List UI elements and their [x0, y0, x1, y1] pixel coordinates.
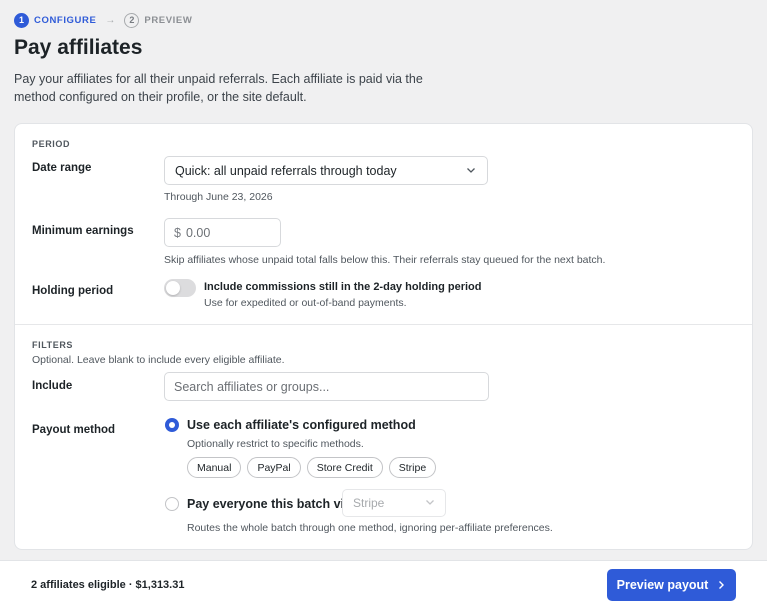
chip-manual[interactable]: Manual [187, 457, 242, 478]
date-range-value: Quick: all unpaid referrals through toda… [175, 163, 397, 178]
step-2-label: PREVIEW [144, 14, 193, 26]
holding-period-label: Holding period [32, 285, 114, 297]
chip-store-credit[interactable]: Store Credit [306, 457, 383, 478]
currency-symbol: $ [174, 225, 181, 240]
chevron-down-icon [465, 164, 477, 176]
filters-description: Optional. Leave blank to include every e… [32, 354, 285, 366]
date-range-helper: Through June 23, 2026 [164, 191, 273, 203]
include-field [164, 372, 489, 401]
radio-pay-everyone-label[interactable]: Pay everyone this batch via [187, 497, 351, 511]
configured-method-helper: Optionally restrict to specific methods. [187, 438, 364, 450]
settings-card: PERIOD Date range Quick: all unpaid refe… [14, 123, 753, 550]
minimum-earnings-input[interactable] [185, 225, 271, 240]
page-title: Pay affiliates [14, 36, 143, 59]
step-1-number: 1 [14, 12, 29, 28]
batch-method-value: Stripe [353, 496, 385, 510]
radio-configured-method-label[interactable]: Use each affiliate's configured method [187, 418, 416, 432]
preview-payout-label: Preview payout [616, 578, 709, 592]
toggle-knob [166, 281, 180, 295]
page-description: Pay your affiliates for all their unpaid… [14, 72, 423, 104]
step-1-label: CONFIGURE [34, 14, 97, 26]
include-label: Include [32, 380, 73, 392]
eligibility-summary: 2 affiliates eligible · $1,313.31 [31, 579, 185, 591]
preview-payout-button[interactable]: Preview payout [607, 569, 736, 601]
radio-pay-everyone[interactable] [165, 497, 179, 511]
step-2-number: 2 [124, 12, 140, 28]
minimum-earnings-label: Minimum earnings [32, 225, 134, 237]
holding-period-toggle-label: Include commissions still in the 2-day h… [204, 281, 482, 293]
footer-bar: 2 affiliates eligible · $1,313.31 Previe… [0, 560, 767, 607]
filters-section-title: FILTERS [32, 340, 74, 350]
holding-period-helper: Use for expedited or out-of-band payment… [204, 297, 407, 309]
chevron-down-icon [424, 496, 436, 508]
chip-paypal[interactable]: PayPal [247, 457, 301, 478]
arrow-right-icon: → [105, 14, 116, 26]
period-section-title: PERIOD [32, 139, 71, 149]
chevron-right-icon [716, 580, 726, 590]
section-divider [15, 324, 752, 325]
stepper: 1 CONFIGURE → 2 PREVIEW [14, 12, 192, 28]
date-range-select[interactable]: Quick: all unpaid referrals through toda… [164, 156, 488, 185]
method-chips: Manual PayPal Store Credit Stripe [187, 457, 437, 478]
minimum-earnings-field: $ [164, 218, 281, 247]
chip-stripe[interactable]: Stripe [388, 457, 437, 478]
batch-method-select[interactable]: Stripe [342, 489, 446, 517]
minimum-earnings-helper: Skip affiliates whose unpaid total falls… [164, 254, 606, 266]
date-range-label: Date range [32, 162, 92, 174]
radio-configured-method[interactable] [165, 418, 179, 432]
payout-method-label: Payout method [32, 424, 116, 436]
pay-everyone-helper: Routes the whole batch through one metho… [187, 522, 553, 534]
holding-period-toggle[interactable] [164, 279, 196, 297]
include-search-input[interactable] [174, 379, 479, 394]
